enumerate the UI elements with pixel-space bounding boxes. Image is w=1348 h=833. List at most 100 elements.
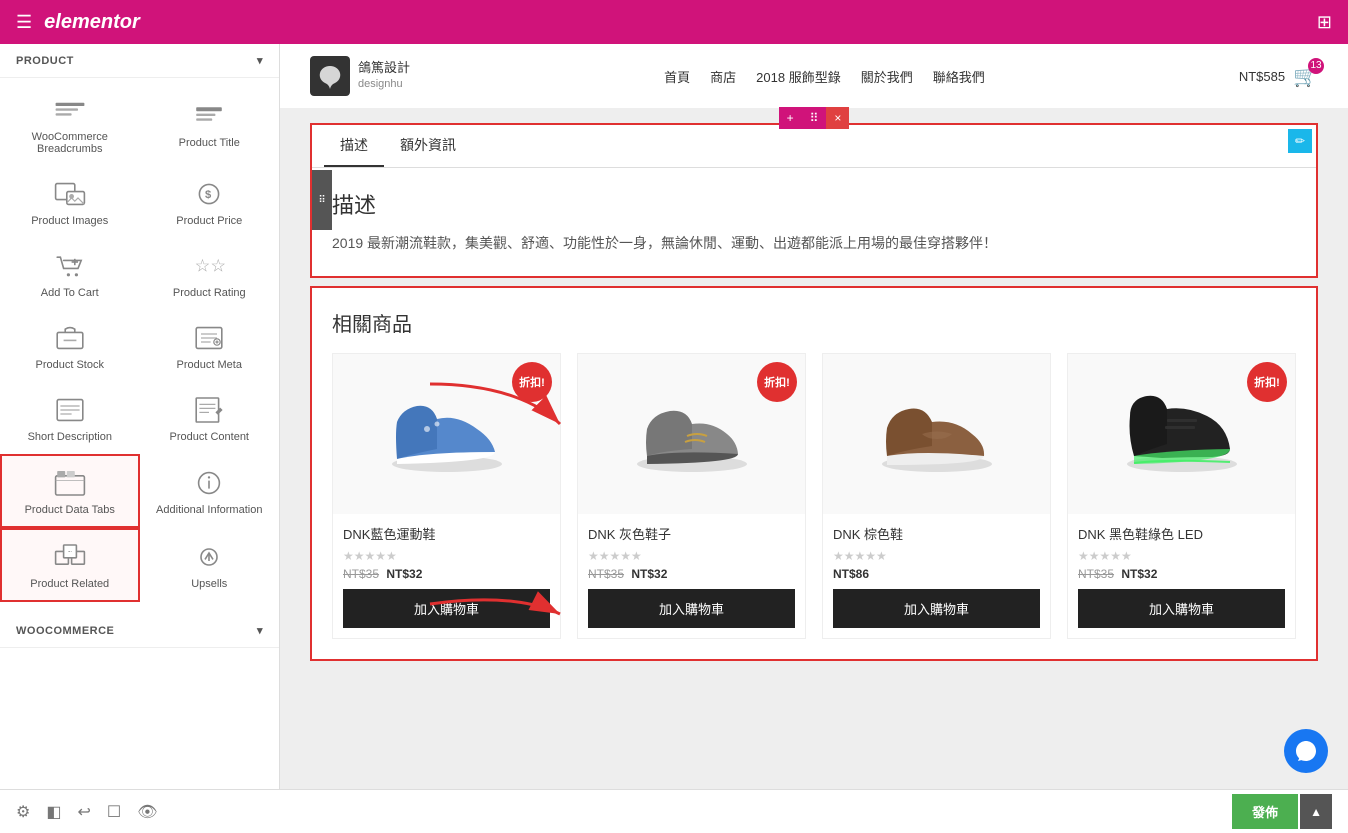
toolbar-move-btn[interactable]: ⠿ [802, 107, 827, 129]
toolbar-buttons: + ⠿ × [779, 107, 850, 129]
product-img-0: 折扣! [333, 354, 560, 514]
product-related-icon [50, 540, 90, 574]
product-stars-1: ★★★★★ [588, 549, 795, 563]
product-img-1: 折扣! [578, 354, 805, 514]
nav-home[interactable]: 首頁 [664, 67, 690, 86]
widget-label: Product Images [31, 215, 108, 227]
cart-icon: 🛒 13 [1293, 64, 1318, 89]
add-to-cart-btn-0[interactable]: 加入購物車 [343, 589, 550, 628]
add-to-cart-btn-1[interactable]: 加入購物車 [588, 589, 795, 628]
woocommerce-section-label: WOOCOMMERCE [16, 625, 114, 637]
store-logo: 鴿篤設計 designhu [310, 56, 410, 96]
product-stock-icon [50, 321, 90, 355]
widget-product-rating[interactable]: ☆☆ Product Rating [140, 238, 280, 310]
woocommerce-section-chevron: ▾ [257, 624, 263, 637]
preview-icon[interactable]: 👁 [137, 802, 157, 822]
widget-additional-information[interactable]: Additional Information [140, 454, 280, 528]
widgets-grid: WooCommerce Breadcrumbs Product Title [0, 78, 279, 606]
product-images-icon [50, 177, 90, 211]
widget-label: Short Description [28, 431, 112, 443]
product-price-2: NT$86 [833, 567, 1040, 581]
widget-label: Product Data Tabs [25, 504, 115, 516]
store-nav: 首頁 商店 2018 服飾型錄 關於我們 聯絡我們 [664, 67, 985, 86]
elementor-logo: elementor [44, 11, 140, 34]
additional-info-icon [189, 466, 229, 500]
widget-product-title[interactable]: Product Title [140, 82, 280, 166]
sidebar: PRODUCT ▾ WooCommerce Breadcrumbs [0, 44, 280, 789]
product-section-label: PRODUCT [16, 55, 74, 67]
widget-product-price[interactable]: $ Product Price [140, 166, 280, 238]
widget-product-stock[interactable]: Product Stock [0, 310, 140, 382]
responsive-icon[interactable]: ☐ [107, 802, 121, 822]
content-tabs: 描述 額外資訊 [312, 125, 1316, 168]
tab-description[interactable]: 描述 [324, 125, 384, 167]
tab-extra-info[interactable]: 額外資訊 [384, 125, 472, 167]
product-info-2: DNK 棕色鞋 ★★★★★ NT$86 加入購物車 [823, 514, 1050, 638]
messenger-button[interactable] [1284, 729, 1328, 773]
product-section-chevron: ▾ [257, 54, 263, 67]
toolbar-add-btn[interactable]: + [779, 107, 802, 129]
product-name-1: DNK 灰色鞋子 [588, 524, 795, 543]
widget-upsells[interactable]: Upsells [140, 528, 280, 602]
breadcrumbs-icon [50, 93, 90, 127]
widget-label: Upsells [191, 578, 227, 590]
widget-short-description[interactable]: Short Description [0, 382, 140, 454]
up-arrow-btn[interactable]: ▲ [1300, 794, 1332, 829]
widget-product-related[interactable]: Product Related [0, 528, 140, 602]
product-name-0: DNK藍色運動鞋 [343, 524, 550, 543]
nav-contact[interactable]: 聯絡我們 [933, 67, 985, 86]
product-section-header[interactable]: PRODUCT ▾ [0, 44, 279, 78]
widget-woocommerce-breadcrumbs[interactable]: WooCommerce Breadcrumbs [0, 82, 140, 166]
nav-about[interactable]: 關於我們 [861, 67, 913, 86]
toolbar-close-btn[interactable]: × [826, 107, 849, 129]
hamburger-icon[interactable]: ☰ [16, 12, 32, 33]
widget-product-content[interactable]: Product Content [140, 382, 280, 454]
publish-button[interactable]: 發佈 [1232, 794, 1298, 829]
cart-badge: 13 [1308, 58, 1324, 74]
product-data-tabs-icon [50, 466, 90, 500]
section-handle[interactable]: ⠿ [312, 170, 332, 230]
logo-text: 鴿篤設計 designhu [358, 60, 410, 91]
nav-catalog[interactable]: 2018 服飾型錄 [756, 67, 841, 86]
related-section: 相關商品 折扣! [310, 286, 1318, 661]
publish-area: 發佈 ▲ [1232, 794, 1332, 829]
related-title: 相關商品 [332, 308, 1296, 337]
widget-label: Product Content [170, 431, 250, 443]
add-to-cart-btn-2[interactable]: 加入購物車 [833, 589, 1040, 628]
woocommerce-section-header[interactable]: WOOCOMMERCE ▾ [0, 614, 279, 648]
product-info-3: DNK 黑色鞋綠色 LED ★★★★★ NT$35 NT$32 加入購物車 [1068, 514, 1295, 638]
logo-icon [310, 56, 350, 96]
product-content-icon [189, 393, 229, 427]
grid-icon[interactable]: ⊞ [1317, 12, 1332, 33]
svg-text:$: $ [205, 189, 212, 201]
store-cart[interactable]: NT$585 🛒 13 [1239, 64, 1318, 89]
widget-label: Product Stock [36, 359, 104, 371]
layers-icon[interactable]: ◧ [46, 802, 61, 822]
store-header: 鴿篤設計 designhu 首頁 商店 2018 服飾型錄 關於我們 聯絡我們 … [280, 44, 1348, 109]
nav-shop[interactable]: 商店 [710, 67, 736, 86]
undo-icon[interactable]: ↩ [77, 802, 90, 822]
widget-label: Additional Information [156, 504, 262, 516]
canvas-area: 鴿篤設計 designhu 首頁 商店 2018 服飾型錄 關於我們 聯絡我們 … [280, 44, 1348, 789]
content-title: 描述 [332, 188, 1296, 220]
discount-badge-3: 折扣! [1247, 362, 1287, 402]
widget-product-images[interactable]: Product Images [0, 166, 140, 238]
product-card-1: 折扣! DNK 灰色鞋子 ★★★★★ [577, 353, 806, 639]
edit-pencil-btn[interactable]: ✏ [1288, 129, 1312, 153]
product-name-2: DNK 棕色鞋 [833, 524, 1040, 543]
product-meta-icon [189, 321, 229, 355]
add-to-cart-btn-3[interactable]: 加入購物車 [1078, 589, 1285, 628]
content-text: 2019 最新潮流鞋款，集美觀、舒適、功能性於一身，無論休閒、運動、出遊都能派上… [332, 232, 1296, 256]
widget-product-meta[interactable]: Product Meta [140, 310, 280, 382]
widget-add-to-cart[interactable]: Add To Cart [0, 238, 140, 310]
settings-icon[interactable]: ⚙ [16, 802, 30, 822]
product-price-1: NT$35 NT$32 [588, 567, 795, 581]
product-info-0: DNK藍色運動鞋 ★★★★★ NT$35 NT$32 加入購物車 [333, 514, 560, 638]
product-card-3: 折扣! D [1067, 353, 1296, 639]
product-price-icon: $ [189, 177, 229, 211]
cart-amount: NT$585 [1239, 69, 1285, 84]
widget-label: Product Related [30, 578, 109, 590]
upsells-icon [189, 540, 229, 574]
widget-product-data-tabs[interactable]: Product Data Tabs [0, 454, 140, 528]
product-info-1: DNK 灰色鞋子 ★★★★★ NT$35 NT$32 加入購物車 [578, 514, 805, 638]
